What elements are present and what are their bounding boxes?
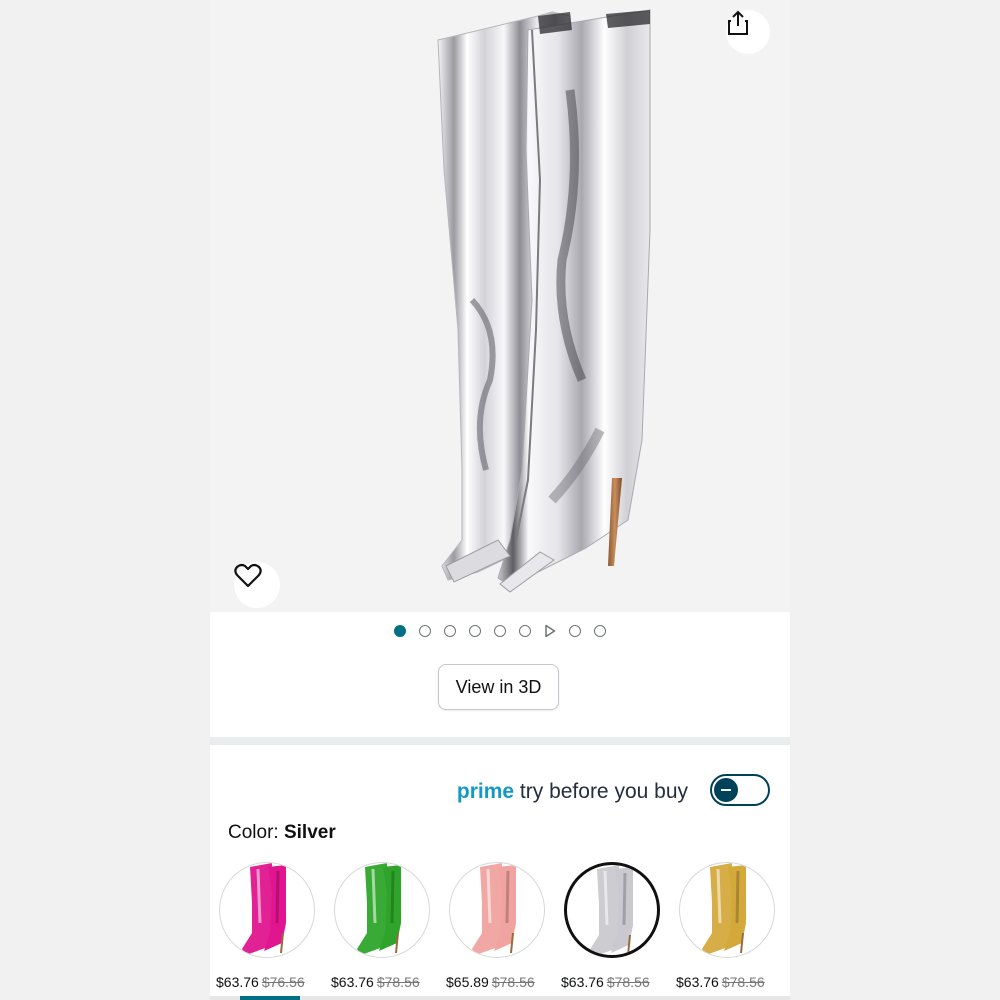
current-price: $63.76: [216, 974, 259, 990]
prime-text: try before you buy: [519, 780, 688, 803]
share-icon: [728, 10, 748, 35]
pagination-dot[interactable]: [594, 625, 606, 637]
boots-illustration: [437, 9, 651, 593]
swatch-price: $65.89 $78.56: [446, 974, 535, 990]
color-swatch-silver[interactable]: $63.76 $78.56: [561, 862, 673, 992]
section-divider: [210, 737, 790, 745]
prime-try-before-you-buy: prime try before you buy: [210, 770, 790, 812]
list-price: $78.56: [491, 974, 535, 990]
heart-icon: [234, 563, 262, 588]
pagination-dot-active[interactable]: [394, 625, 406, 637]
swatch-price: $63.76 $76.56: [216, 974, 305, 990]
color-label: Color: Silver: [228, 822, 336, 844]
pagination-dot[interactable]: [444, 625, 456, 637]
prime-label: prime try before you buy: [457, 780, 688, 804]
pagination-dot[interactable]: [519, 625, 531, 637]
image-pagination: [210, 622, 790, 640]
product-image[interactable]: [210, 0, 790, 612]
pagination-dot[interactable]: [494, 625, 506, 637]
view-in-3d-button[interactable]: View in 3D: [438, 664, 559, 710]
prime-brand: prime: [456, 780, 515, 803]
swatch-image: [449, 862, 545, 958]
color-swatch-gold[interactable]: $63.76 $78.56: [676, 862, 788, 992]
swatch-image: [564, 862, 660, 958]
current-price: $63.76: [331, 974, 374, 990]
share-button[interactable]: [726, 10, 770, 54]
pagination-video[interactable]: [544, 624, 556, 638]
product-page: View in 3D prime try before you buy Colo…: [210, 0, 790, 1000]
pagination-dot[interactable]: [419, 625, 431, 637]
favorite-button[interactable]: [234, 562, 280, 608]
current-price: $65.89: [446, 974, 489, 990]
selected-color: Silver: [283, 822, 336, 843]
list-price: $78.56: [606, 974, 650, 990]
pagination-dot[interactable]: [469, 625, 481, 637]
list-price: $78.56: [721, 974, 765, 990]
swatch-image: [334, 862, 430, 958]
prime-toggle[interactable]: [710, 774, 770, 806]
color-swatch-pink[interactable]: $63.76 $76.56: [216, 862, 328, 992]
swatch-image: [679, 862, 775, 958]
list-price: $76.56: [261, 974, 305, 990]
swatch-price: $63.76 $78.56: [676, 974, 765, 990]
color-swatches: $63.76 $76.56 $63.76 $78.56 $65.89 $78.56 $63.…: [216, 862, 790, 992]
toggle-knob: [714, 778, 738, 802]
list-price: $78.56: [376, 974, 420, 990]
swatch-image: [219, 862, 315, 958]
color-swatch-rose[interactable]: $65.89 $78.56: [446, 862, 558, 992]
color-swatch-green[interactable]: $63.76 $78.56: [331, 862, 443, 992]
swatch-price: $63.76 $78.56: [561, 974, 650, 990]
play-icon: [545, 624, 556, 638]
current-price: $63.76: [676, 974, 719, 990]
scroll-indicator: [210, 996, 790, 1000]
swatch-price: $63.76 $78.56: [331, 974, 420, 990]
pagination-dot[interactable]: [569, 625, 581, 637]
color-label-text: Color:: [228, 822, 279, 843]
current-price: $63.76: [561, 974, 604, 990]
